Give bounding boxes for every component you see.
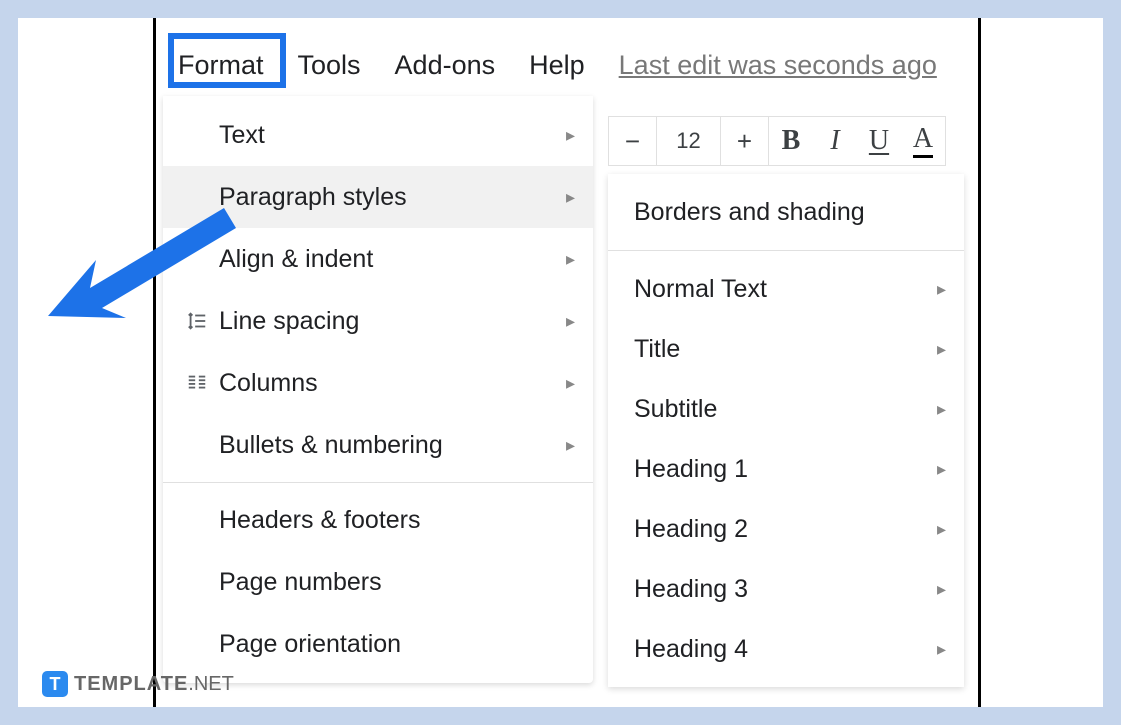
watermark-logo-icon: T bbox=[42, 671, 68, 697]
menu-label: Normal Text bbox=[634, 275, 937, 304]
menu-label: Heading 2 bbox=[634, 515, 937, 544]
submenu-item-borders-shading[interactable]: Borders and shading bbox=[608, 182, 964, 242]
menu-label: Subtitle bbox=[634, 395, 937, 424]
margin-line-right bbox=[978, 18, 981, 707]
menu-item-text[interactable]: Text ▸ bbox=[163, 104, 593, 166]
submenu-arrow-icon: ▸ bbox=[937, 399, 946, 420]
menu-label: Bullets & numbering bbox=[219, 431, 566, 460]
font-size-input[interactable]: 12 bbox=[657, 117, 721, 165]
submenu-arrow-icon: ▸ bbox=[566, 125, 575, 146]
margin-line-left bbox=[153, 18, 156, 707]
font-size-decrease-button[interactable]: − bbox=[609, 117, 657, 165]
format-dropdown-menu: Text ▸ Paragraph styles ▸ Align & indent… bbox=[163, 96, 593, 683]
menu-item-paragraph-styles[interactable]: Paragraph styles ▸ bbox=[163, 166, 593, 228]
submenu-arrow-icon: ▸ bbox=[937, 459, 946, 480]
app-frame: − 12 + B I U A Format Tools Add-ons Help… bbox=[18, 18, 1103, 707]
watermark-bold: TEMPLATE bbox=[74, 673, 188, 695]
menu-label: Line spacing bbox=[219, 307, 566, 336]
submenu-item-title[interactable]: Title ▸ bbox=[608, 319, 964, 379]
menu-divider bbox=[163, 482, 593, 483]
formatting-toolbar: − 12 + B I U A bbox=[608, 116, 946, 166]
menu-tools[interactable]: Tools bbox=[290, 46, 369, 85]
bold-button[interactable]: B bbox=[769, 117, 813, 165]
watermark-rest: .NET bbox=[188, 673, 234, 695]
last-edit-link[interactable]: Last edit was seconds ago bbox=[611, 46, 945, 85]
menu-label: Columns bbox=[219, 369, 566, 398]
menu-divider bbox=[608, 250, 964, 251]
menu-item-line-spacing[interactable]: Line spacing ▸ bbox=[163, 290, 593, 352]
menu-item-headers-footers[interactable]: Headers & footers bbox=[163, 489, 593, 551]
submenu-arrow-icon: ▸ bbox=[566, 435, 575, 456]
menu-label: Align & indent bbox=[219, 245, 566, 274]
menu-item-align-indent[interactable]: Align & indent ▸ bbox=[163, 228, 593, 290]
submenu-item-heading-4[interactable]: Heading 4 ▸ bbox=[608, 619, 964, 679]
paragraph-styles-submenu: Borders and shading Normal Text ▸ Title … bbox=[608, 174, 964, 687]
menu-label: Paragraph styles bbox=[219, 183, 566, 212]
line-spacing-icon bbox=[175, 310, 219, 332]
submenu-arrow-icon: ▸ bbox=[566, 187, 575, 208]
menu-item-page-orientation[interactable]: Page orientation bbox=[163, 613, 593, 675]
submenu-arrow-icon: ▸ bbox=[937, 279, 946, 300]
submenu-arrow-icon: ▸ bbox=[937, 339, 946, 360]
submenu-arrow-icon: ▸ bbox=[566, 311, 575, 332]
menu-label: Page orientation bbox=[219, 630, 575, 659]
submenu-item-heading-1[interactable]: Heading 1 ▸ bbox=[608, 439, 964, 499]
menu-item-page-numbers[interactable]: Page numbers bbox=[163, 551, 593, 613]
italic-button[interactable]: I bbox=[813, 117, 857, 165]
menu-label: Heading 1 bbox=[634, 455, 937, 484]
menu-format[interactable]: Format bbox=[170, 46, 272, 85]
submenu-item-heading-2[interactable]: Heading 2 ▸ bbox=[608, 499, 964, 559]
submenu-arrow-icon: ▸ bbox=[937, 579, 946, 600]
menu-label: Borders and shading bbox=[634, 198, 946, 227]
menu-label: Heading 3 bbox=[634, 575, 937, 604]
columns-icon bbox=[175, 372, 219, 394]
menu-item-bullets-numbering[interactable]: Bullets & numbering ▸ bbox=[163, 414, 593, 476]
menu-label: Heading 4 bbox=[634, 635, 937, 664]
submenu-arrow-icon: ▸ bbox=[566, 373, 575, 394]
menu-help[interactable]: Help bbox=[521, 46, 593, 85]
menu-label: Page numbers bbox=[219, 568, 575, 597]
submenu-item-subtitle[interactable]: Subtitle ▸ bbox=[608, 379, 964, 439]
submenu-item-heading-3[interactable]: Heading 3 ▸ bbox=[608, 559, 964, 619]
menu-label: Text bbox=[219, 121, 566, 150]
menu-item-columns[interactable]: Columns ▸ bbox=[163, 352, 593, 414]
submenu-arrow-icon: ▸ bbox=[937, 519, 946, 540]
font-size-increase-button[interactable]: + bbox=[721, 117, 769, 165]
text-color-button[interactable]: A bbox=[901, 117, 945, 165]
menu-addons[interactable]: Add-ons bbox=[387, 46, 504, 85]
submenu-arrow-icon: ▸ bbox=[566, 249, 575, 270]
menubar: Format Tools Add-ons Help Last edit was … bbox=[170, 46, 945, 85]
menu-label: Headers & footers bbox=[219, 506, 575, 535]
underline-button[interactable]: U bbox=[857, 117, 901, 165]
submenu-item-normal-text[interactable]: Normal Text ▸ bbox=[608, 259, 964, 319]
menu-label: Title bbox=[634, 335, 937, 364]
submenu-arrow-icon: ▸ bbox=[937, 639, 946, 660]
watermark: T TEMPLATE.NET bbox=[42, 671, 234, 697]
